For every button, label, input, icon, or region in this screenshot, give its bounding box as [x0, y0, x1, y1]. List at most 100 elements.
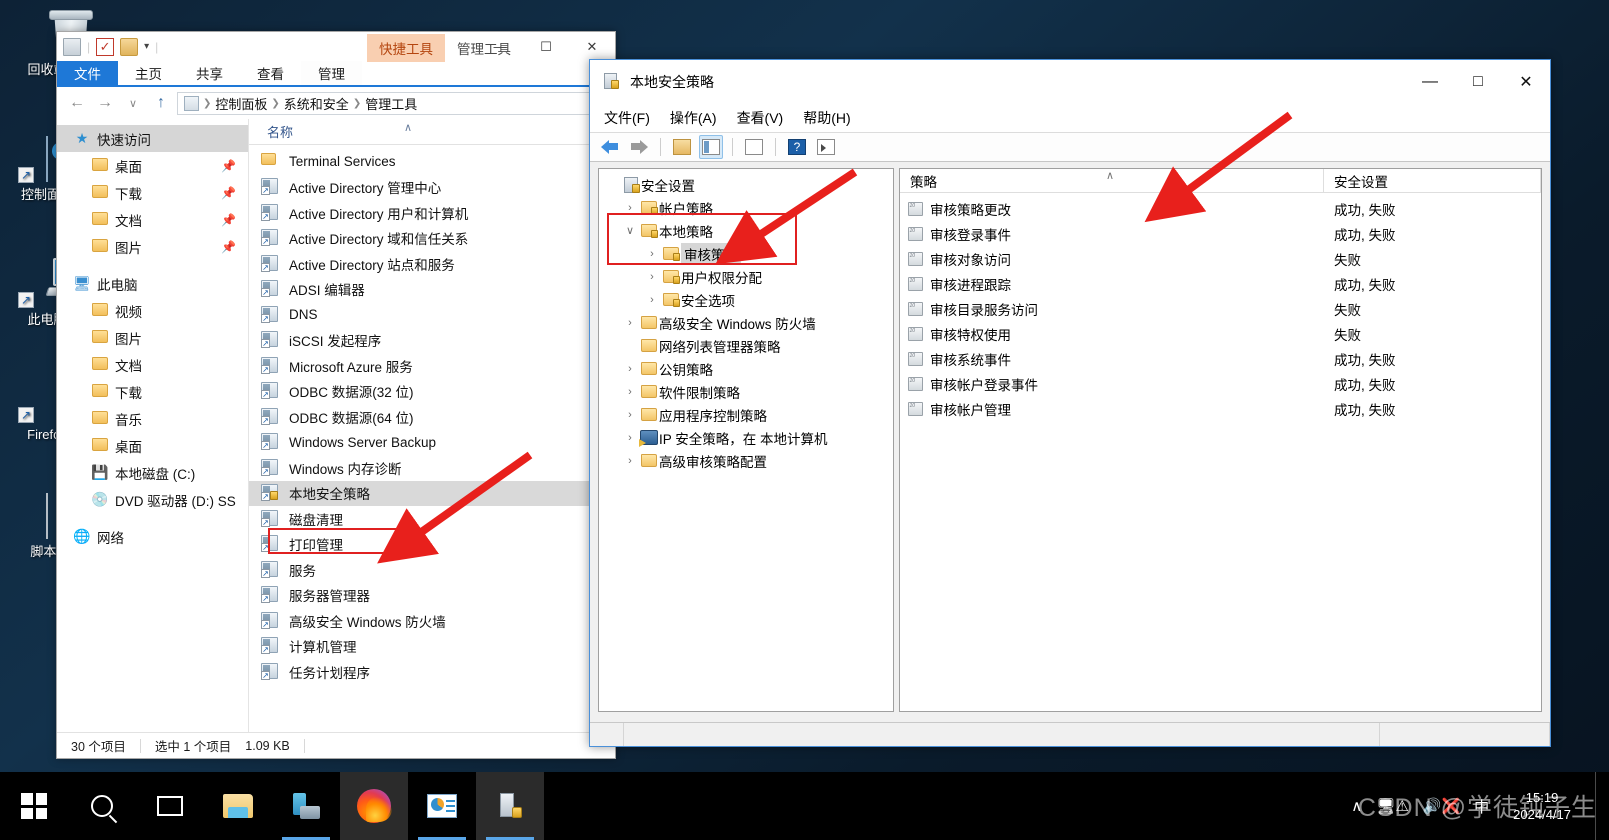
pin-icon[interactable]: 📌: [221, 186, 236, 200]
tree-item-security-settings[interactable]: 安全设置: [599, 173, 893, 196]
forward-button[interactable]: →: [93, 94, 117, 112]
tab-share[interactable]: 共享: [179, 61, 240, 85]
chevron-down-icon[interactable]: ▾: [144, 41, 149, 52]
panel-icon[interactable]: [120, 37, 139, 56]
recent-locations-button[interactable]: ∨: [121, 97, 145, 110]
task-view-button[interactable]: [136, 772, 204, 840]
close-button[interactable]: ✕: [569, 32, 615, 61]
list-item[interactable]: ↗ 打印管理: [249, 532, 615, 558]
tree-twisty[interactable]: ›: [643, 248, 661, 260]
list-item[interactable]: ↗ ADSI 编辑器: [249, 277, 615, 303]
back-button[interactable]: [598, 135, 622, 159]
list-item[interactable]: ↗ 服务: [249, 557, 615, 583]
list-item[interactable]: Terminal Services: [249, 149, 615, 175]
list-item[interactable]: ↗ DNS: [249, 302, 615, 328]
tab-home[interactable]: 主页: [118, 61, 179, 85]
mmc-titlebar[interactable]: 本地安全策略 — □ ✕: [590, 60, 1550, 104]
menu-help[interactable]: 帮助(H): [803, 108, 850, 128]
table-row[interactable]: 审核对象访问 失败: [900, 246, 1541, 271]
table-row[interactable]: 审核帐户管理 成功, 失败: [900, 396, 1541, 421]
taskbar-server-manager[interactable]: [272, 772, 340, 840]
maximize-button[interactable]: ☐: [523, 32, 569, 61]
sidebar-item-downloads[interactable]: 下载 📌: [57, 179, 248, 206]
sidebar-item-videos[interactable]: 视频: [57, 297, 248, 324]
tree-twisty[interactable]: ›: [643, 294, 661, 306]
breadcrumb[interactable]: ❯ 控制面板 ❯ 系统和安全 ❯ 管理工具: [177, 91, 607, 115]
taskbar-control-panel[interactable]: [408, 772, 476, 840]
tree-twisty[interactable]: ›: [621, 363, 639, 375]
list-item[interactable]: ↗ iSCSI 发起程序: [249, 328, 615, 354]
list-item[interactable]: ↗ 服务器管理器: [249, 583, 615, 609]
sidebar-item-pictures[interactable]: 图片 📌: [57, 233, 248, 260]
tree-item-ip-security-policies[interactable]: › IP 安全策略，在 本地计算机: [599, 426, 893, 449]
list-item[interactable]: ↗ Active Directory 管理中心: [249, 175, 615, 201]
file-list-header[interactable]: 名称 ∧: [249, 119, 615, 145]
start-button[interactable]: [0, 772, 68, 840]
tree-item-advanced-audit-policy-configuration[interactable]: › 高级审核策略配置: [599, 449, 893, 472]
sidebar-item-documents[interactable]: 文档 📌: [57, 206, 248, 233]
volume-muted-icon[interactable]: 🔊❌: [1423, 797, 1460, 815]
column-header-name[interactable]: 名称: [267, 122, 293, 141]
sidebar-item-documents-pc[interactable]: 文档: [57, 351, 248, 378]
up-button[interactable]: ↑: [149, 94, 173, 112]
breadcrumb-item-control-panel[interactable]: 控制面板: [215, 94, 267, 113]
table-row[interactable]: 审核系统事件 成功, 失败: [900, 346, 1541, 371]
sidebar-item-quick-access[interactable]: ★ 快速访问: [57, 125, 248, 152]
sidebar-item-desktop-pc[interactable]: 桌面: [57, 432, 248, 459]
column-header-security-setting[interactable]: 安全设置: [1324, 169, 1541, 192]
sidebar-item-music[interactable]: 音乐: [57, 405, 248, 432]
column-header-policy[interactable]: 策略 ∧: [900, 169, 1324, 192]
sidebar-item-local-disk-c[interactable]: 💾 本地磁盘 (C:): [57, 459, 248, 486]
list-item[interactable]: ↗ 计算机管理: [249, 634, 615, 660]
sidebar-item-network[interactable]: 🌐 网络: [57, 523, 248, 550]
pin-icon[interactable]: 📌: [221, 213, 236, 227]
tree-twisty[interactable]: ›: [643, 271, 661, 283]
check-box-icon[interactable]: ✓: [96, 37, 115, 56]
help-button[interactable]: ?: [785, 135, 809, 159]
table-row[interactable]: 审核目录服务访问 失败: [900, 296, 1541, 321]
tab-manage[interactable]: 管理: [301, 61, 362, 85]
explorer-titlebar[interactable]: | ✓ ▾ | — ☐ ✕: [57, 32, 615, 61]
list-item-local-security-policy[interactable]: ↗ 本地安全策略: [249, 480, 615, 506]
tree-item-security-options[interactable]: › 安全选项: [599, 288, 893, 311]
tree-twisty[interactable]: ›: [621, 455, 639, 467]
sidebar-item-this-pc[interactable]: 🖥 此电脑: [57, 270, 248, 297]
tree-twisty[interactable]: ›: [621, 386, 639, 398]
pin-icon[interactable]: 📌: [221, 159, 236, 173]
tree-item-network-list-manager[interactable]: 网络列表管理器策略: [599, 334, 893, 357]
list-item[interactable]: ↗ ODBC 数据源(32 位): [249, 379, 615, 405]
tree-twisty[interactable]: ›: [621, 432, 639, 444]
list-item[interactable]: ↗ Windows 内存诊断: [249, 455, 615, 481]
table-row[interactable]: 审核特权使用 失败: [900, 321, 1541, 346]
breadcrumb-item-system-and-security[interactable]: 系统和安全: [284, 94, 349, 113]
pin-icon[interactable]: 📌: [221, 240, 236, 254]
clock[interactable]: 15:19 2024/4/17: [1503, 789, 1581, 823]
tree-item-software-restriction-policies[interactable]: › 软件限制策略: [599, 380, 893, 403]
sidebar-item-pictures-pc[interactable]: 图片: [57, 324, 248, 351]
show-desktop-button[interactable]: [1595, 772, 1603, 840]
taskbar-local-security-policy[interactable]: [476, 772, 544, 840]
sidebar-item-dvd-drive-d[interactable]: 💿 DVD 驱动器 (D:) SS: [57, 486, 248, 513]
tab-file[interactable]: 文件: [57, 61, 118, 85]
sidebar-item-downloads-pc[interactable]: 下载: [57, 378, 248, 405]
export-list-button[interactable]: [742, 135, 766, 159]
list-item[interactable]: ↗ ODBC 数据源(64 位): [249, 404, 615, 430]
list-item[interactable]: ↗ Active Directory 站点和服务: [249, 251, 615, 277]
run-button[interactable]: [814, 135, 838, 159]
list-item[interactable]: ↗ 磁盘清理: [249, 506, 615, 532]
tree-item-user-rights-assignment[interactable]: › 用户权限分配: [599, 265, 893, 288]
table-row[interactable]: 审核登录事件 成功, 失败: [900, 221, 1541, 246]
forward-button[interactable]: [627, 135, 651, 159]
tree-item-audit-policy[interactable]: › 审核策略: [599, 242, 893, 265]
tree-item-account-policies[interactable]: › 帐户策略: [599, 196, 893, 219]
properties-icon[interactable]: [63, 37, 81, 56]
close-button[interactable]: ✕: [1502, 60, 1550, 104]
search-button[interactable]: [68, 772, 136, 840]
sidebar-item-desktop[interactable]: 桌面 📌: [57, 152, 248, 179]
table-row[interactable]: 审核进程跟踪 成功, 失败: [900, 271, 1541, 296]
list-item[interactable]: ↗ 高级安全 Windows 防火墙: [249, 608, 615, 634]
taskbar-file-explorer[interactable]: [204, 772, 272, 840]
minimize-button[interactable]: —: [1406, 60, 1454, 104]
list-item[interactable]: ↗ Active Directory 域和信任关系: [249, 226, 615, 252]
ime-indicator[interactable]: 中: [1474, 796, 1489, 817]
